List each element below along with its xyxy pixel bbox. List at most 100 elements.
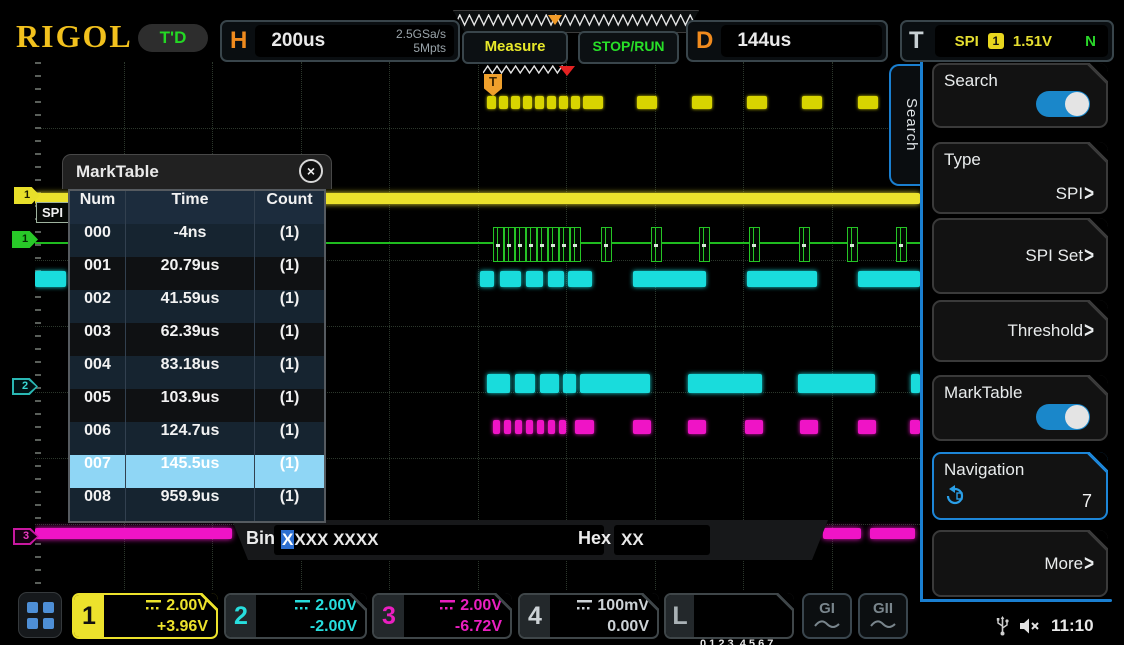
table-row[interactable]: 00483.18us(1) [70, 356, 324, 389]
close-icon[interactable]: × [299, 159, 323, 183]
top-bar: RIGOL T'D H 200us 2.5GSa/s 5Mpts Measure… [0, 0, 1124, 62]
ch2-trace-upper [480, 271, 494, 287]
status-icons: 11:10 [996, 616, 1094, 636]
horizontal-timebase-panel[interactable]: H 200us 2.5GSa/s 5Mpts [220, 20, 460, 62]
sidebar-item-more[interactable]: More> [932, 530, 1108, 597]
channel-badge-4[interactable]: 4100mV0.00V [518, 593, 659, 639]
table-cell: 008 [70, 488, 125, 521]
dc-coupling-icon [577, 599, 592, 610]
ch3-trace-mid [548, 420, 555, 434]
sidebar-divider-bottom [920, 599, 1112, 602]
digital-channels-badge[interactable]: L 0 1 2 3 4 5 6 7 8 9 1011 12131415 [664, 593, 794, 639]
channel-settings: 2.00V-6.72V [406, 596, 502, 636]
decode-pulse [526, 227, 537, 262]
speaker-muted-icon [1019, 617, 1041, 635]
table-row[interactable]: 00120.79us(1) [70, 257, 324, 290]
generator2-button[interactable]: GII [858, 593, 908, 639]
decode-pulse [537, 227, 548, 262]
trigger-level: 1.51V [1013, 33, 1052, 50]
digital-label: L [666, 595, 694, 637]
table-row[interactable]: 008959.9us(1) [70, 488, 324, 521]
ch3-trace-bottom [870, 528, 915, 539]
ch2-trace-upper [858, 271, 920, 287]
table-cell: 002 [70, 290, 125, 323]
ch2-trace-upper [633, 271, 706, 287]
search-mark [511, 96, 520, 109]
column-header: Time [125, 191, 254, 224]
decode-pulse [570, 227, 581, 262]
trigger-type: SPI [955, 33, 979, 50]
channel-offset: -6.72V [406, 617, 502, 638]
memory-depth: 5Mpts [396, 41, 446, 55]
bin-cursor: X [281, 530, 294, 549]
search-mark [583, 96, 603, 109]
window-position-marker[interactable] [548, 15, 562, 25]
dc-coupling-icon [295, 599, 310, 610]
channel-badge-2[interactable]: 22.00V-2.00V [224, 593, 367, 639]
table-row[interactable]: 00241.59us(1) [70, 290, 324, 323]
generator1-button[interactable]: GI [802, 593, 852, 639]
decode-pulse [799, 227, 810, 262]
table-cell: (1) [254, 224, 324, 257]
delay-panel[interactable]: D 144us [686, 20, 888, 62]
dc-coupling-icon [440, 599, 455, 610]
search-mark [523, 96, 532, 109]
waveform-position-strip[interactable] [453, 10, 699, 33]
decode-pulse [515, 227, 526, 262]
bin-label: Bin [246, 528, 275, 549]
table-cell: 959.9us [125, 488, 254, 521]
ch2-trace-lower [515, 374, 535, 393]
t-key-label: T [909, 27, 924, 55]
marktable-window: MarkTable × NumTimeCount000-4ns(1)00120.… [62, 154, 332, 523]
table-cell: 145.5us [125, 455, 254, 488]
channel-badge-1[interactable]: 12.00V+3.96V [72, 593, 218, 639]
bin-value: XXX XXXX [294, 530, 378, 549]
search-mark [571, 96, 580, 109]
table-row[interactable]: 006124.7us(1) [70, 422, 324, 455]
chevron-right-icon: > [1084, 551, 1094, 577]
search-mark [535, 96, 544, 109]
ch2-trace-lower [911, 374, 920, 393]
search-mark [747, 96, 767, 109]
channel-number: 2 [226, 595, 256, 637]
sidebar-item-spi-set[interactable]: SPI Set> [932, 218, 1108, 294]
sidebar-tab-search[interactable]: Search [889, 64, 920, 186]
table-row[interactable]: 005103.9us(1) [70, 389, 324, 422]
search-mark [637, 96, 657, 109]
sine-wave-icon [813, 617, 841, 630]
search-mark [559, 96, 568, 109]
trigger-panel[interactable]: T SPI 1 1.51V N [900, 20, 1114, 62]
search-mark [692, 96, 712, 109]
trigger-position-marker[interactable] [559, 66, 575, 76]
table-cell: 103.9us [125, 389, 254, 422]
ch2-trace-lower [798, 374, 875, 393]
table-row[interactable]: 000-4ns(1) [70, 224, 324, 257]
digital-channel-numbers: 0 1 2 3 4 5 6 7 8 9 1011 12131415 [700, 599, 794, 645]
bin-value-field: XXXX XXXX [274, 525, 604, 555]
stop-run-button[interactable]: STOP/RUN [578, 31, 679, 64]
sidebar-item-search[interactable]: Search [932, 63, 1108, 128]
sidebar-item-marktable[interactable]: MarkTable [932, 375, 1108, 441]
marktable-toggle[interactable] [1036, 404, 1090, 430]
ch3-trace-bottom [823, 528, 861, 539]
menu-grid-button[interactable] [18, 592, 62, 638]
channel-settings: 2.00V-2.00V [258, 596, 357, 636]
delay-box: 144us [721, 25, 882, 57]
table-cell: (1) [254, 389, 324, 422]
table-row[interactable]: 007145.5us(1) [70, 455, 324, 488]
navigation-value: 7 [1082, 491, 1092, 512]
search-mark [487, 96, 496, 109]
chevron-right-icon: > [1084, 243, 1094, 269]
search-toggle[interactable] [1036, 91, 1090, 117]
sample-rate: 2.5GSa/s [396, 27, 446, 41]
sidebar-item-navigation[interactable]: Navigation 7 [932, 452, 1108, 520]
sidebar-item-type[interactable]: Type SPI> [932, 142, 1108, 214]
decode-pulse [548, 227, 559, 262]
sidebar-item-threshold[interactable]: Threshold> [932, 300, 1108, 362]
measure-button[interactable]: Measure [462, 31, 568, 64]
ch2-trace-upper [568, 271, 592, 287]
channel-badge-3[interactable]: 32.00V-6.72V [372, 593, 512, 639]
timebase-box: 200us 2.5GSa/s 5Mpts [255, 25, 454, 57]
table-row[interactable]: 00362.39us(1) [70, 323, 324, 356]
search-mark [858, 96, 878, 109]
